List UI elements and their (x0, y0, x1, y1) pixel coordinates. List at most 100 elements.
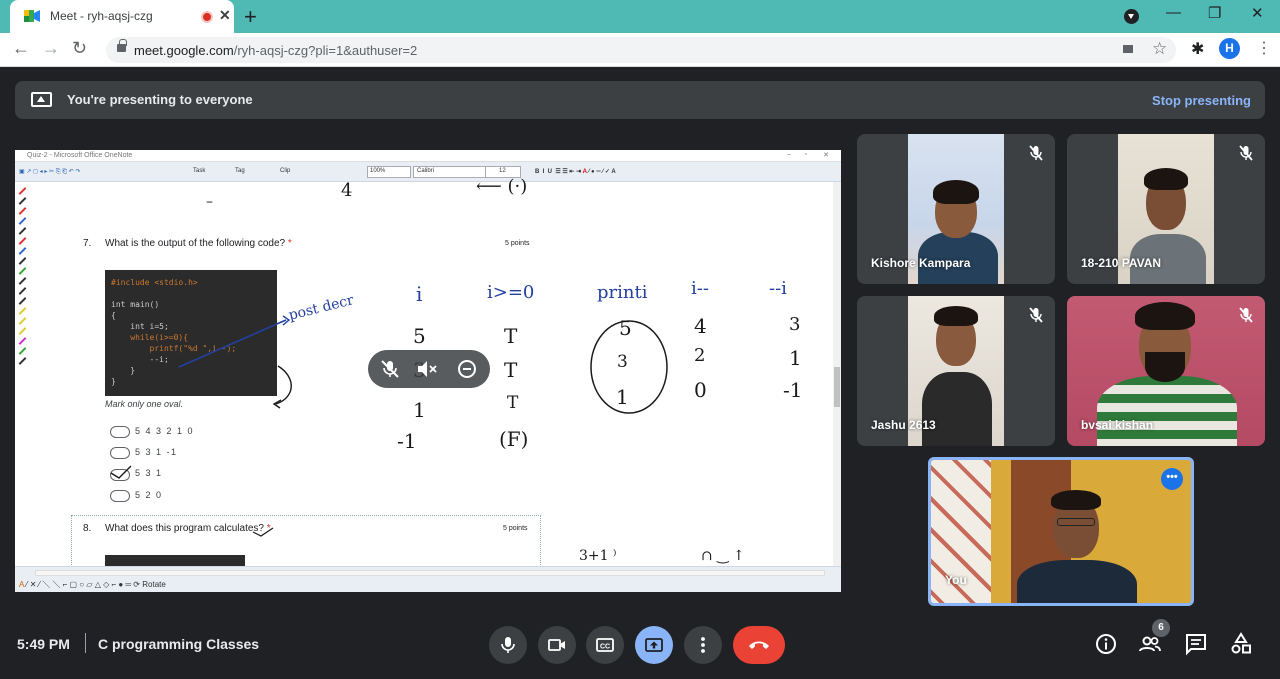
pen-swatch[interactable] (18, 217, 27, 225)
presenting-text: You're presenting to everyone (67, 92, 253, 107)
hw-q8-scribble-1: 3+1 ⁾ (579, 548, 617, 564)
browser-menu-icon[interactable]: ⋮ (1256, 38, 1272, 58)
restore-button[interactable]: ❐ (1208, 4, 1221, 22)
pen-swatch[interactable] (18, 237, 27, 245)
hw-i-value-4: -1 (397, 429, 417, 453)
browser-tab-meet[interactable]: Meet - ryh-aqsj-czg ✕ (10, 0, 234, 33)
pen-swatch[interactable] (18, 287, 27, 295)
pen-swatch[interactable] (18, 277, 27, 285)
stop-presenting-button[interactable]: Stop presenting (1152, 93, 1251, 108)
self-view-tile[interactable]: ••• You (928, 457, 1194, 606)
muted-mic-icon[interactable] (379, 358, 401, 380)
participant-tile-4[interactable]: bvsai kishan (1067, 296, 1265, 446)
font-size[interactable]: 12 (499, 168, 506, 174)
tab-search-icon[interactable] (1124, 9, 1139, 24)
pen-swatch[interactable] (18, 257, 27, 265)
captions-icon: CC (596, 638, 614, 652)
meeting-control-bar: 5:49 PM C programming Classes CC 6 (0, 612, 1280, 679)
bookmark-star-icon[interactable]: ☆ (1152, 39, 1167, 59)
recording-indicator-icon (201, 11, 213, 23)
drawing-tools[interactable]: A ⁄ ✕ ⁄ ＼ ＼ ⌐ ▢ ○ ▱ △ ◇ ⌐ ● ═ ⟳ Rotate (19, 579, 166, 590)
hw-i-value-1: 5 (413, 324, 426, 348)
pen-swatch[interactable] (18, 337, 27, 345)
tab-title: Meet - ryh-aqsj-czg (50, 9, 153, 23)
hw-cond-value-2: T (504, 358, 518, 382)
participant-tile-2[interactable]: 18-210 PAVAN (1067, 134, 1265, 284)
captions-button[interactable]: CC (586, 626, 624, 664)
camera-button[interactable] (538, 626, 576, 664)
page-horizontal-scrollbar[interactable] (35, 570, 825, 576)
hw-predec-value-2: 1 (789, 346, 802, 370)
title-separator (85, 633, 86, 653)
window-close-button[interactable]: ✕ (1251, 4, 1264, 22)
pen-palette[interactable] (15, 182, 31, 382)
onenote-ribbon: ▣ ↗ ◻ ◂ ▸ ✂ ⎘ ⎗ ↶ ↷ Task Tag Clip 100% C… (15, 162, 841, 182)
participant-muted-icon (1235, 304, 1257, 326)
camera-icon (548, 639, 565, 651)
tab-close-icon[interactable]: ✕ (219, 7, 231, 24)
pen-swatch[interactable] (18, 187, 27, 195)
people-count-badge: 6 (1152, 619, 1170, 637)
pen-swatch[interactable] (18, 297, 27, 305)
browser-toolbar: ← → ↻ meet.google.com/ryh-aqsj-czg?pli=1… (0, 33, 1280, 67)
reload-icon[interactable]: ↻ (72, 38, 87, 59)
chat-icon[interactable] (1184, 632, 1208, 656)
font-name[interactable]: Calibri (417, 168, 434, 174)
more-options-button[interactable] (684, 626, 722, 664)
meeting-details-icon[interactable] (1094, 632, 1118, 656)
pen-swatch[interactable] (18, 267, 27, 275)
participant-name: bvsai kishan (1081, 418, 1154, 432)
rotate-label[interactable]: Rotate (142, 580, 166, 589)
zoom-value[interactable]: 100% (370, 168, 385, 174)
present-icon (645, 638, 663, 652)
hw-print-value-3: 1 (616, 385, 629, 409)
pen-swatch[interactable] (18, 347, 27, 355)
activities-icon[interactable] (1229, 632, 1253, 656)
meeting-clock: 5:49 PM (17, 636, 70, 652)
hang-up-icon (749, 641, 769, 649)
muted-speaker-icon[interactable] (416, 359, 438, 379)
participant-tile-1[interactable]: Kishore Kampara (857, 134, 1055, 284)
hw-i-value-3: 1 (413, 398, 426, 422)
onenote-window-title: Quiz-2 - Microsoft Office OneNote (27, 152, 133, 159)
address-bar[interactable]: meet.google.com/ryh-aqsj-czg?pli=1&authu… (106, 37, 1176, 63)
address-url[interactable]: meet.google.com/ryh-aqsj-czg?pli=1&authu… (134, 43, 417, 58)
pen-swatch[interactable] (18, 327, 27, 335)
hw-col-idec: i-- (691, 278, 709, 299)
page-vertical-scrollbar[interactable] (833, 182, 841, 566)
profile-avatar[interactable]: H (1219, 38, 1240, 59)
pen-swatch[interactable] (18, 307, 27, 315)
browser-tab-strip: Meet - ryh-aqsj-czg ✕ + — ❐ ✕ (0, 0, 1280, 33)
new-tab-button[interactable]: + (244, 4, 257, 30)
camera-in-use-icon[interactable] (1123, 45, 1133, 53)
self-view-more-options-button[interactable]: ••• (1161, 468, 1183, 490)
onenote-drawing-toolbar: A ⁄ ✕ ⁄ ＼ ＼ ⌐ ▢ ○ ▱ △ ◇ ⌐ ● ═ ⟳ Rotate (15, 566, 841, 592)
microphone-button[interactable] (489, 626, 527, 664)
pen-swatch[interactable] (18, 227, 27, 235)
minimize-button[interactable]: — (1166, 4, 1181, 21)
hw-predec-value-1: 3 (789, 314, 801, 335)
pen-swatch[interactable] (18, 247, 27, 255)
tag-label[interactable]: Tag (235, 168, 245, 174)
forward-arrow-icon[interactable]: → (42, 38, 60, 59)
back-arrow-icon[interactable]: ← (12, 38, 30, 59)
leave-call-button[interactable] (733, 626, 785, 664)
clip-label[interactable]: Clip (280, 168, 290, 174)
task-label[interactable]: Task (193, 168, 205, 174)
presented-screen: Quiz-2 - Microsoft Office OneNote – ▫ ✕ … (15, 150, 841, 592)
self-view-name: You (945, 573, 967, 587)
hw-col-cond: i>=0 (487, 282, 535, 303)
present-now-button[interactable] (635, 626, 673, 664)
extensions-puzzle-icon[interactable]: ✱ (1191, 39, 1204, 59)
pen-swatch[interactable] (18, 207, 27, 215)
participant-muted-icon (1235, 142, 1257, 164)
more-vert-icon (701, 637, 705, 653)
present-screen-icon (31, 92, 52, 107)
participant-tile-3[interactable]: Jashu 2613 (857, 296, 1055, 446)
hw-q8-scribble-2: ∩ ‿ ↑ (701, 548, 745, 564)
pen-swatch[interactable] (18, 357, 27, 365)
minimize-pill-icon[interactable] (458, 360, 476, 378)
pen-swatch[interactable] (18, 197, 27, 205)
lock-icon (117, 39, 127, 52)
pen-swatch[interactable] (18, 317, 27, 325)
